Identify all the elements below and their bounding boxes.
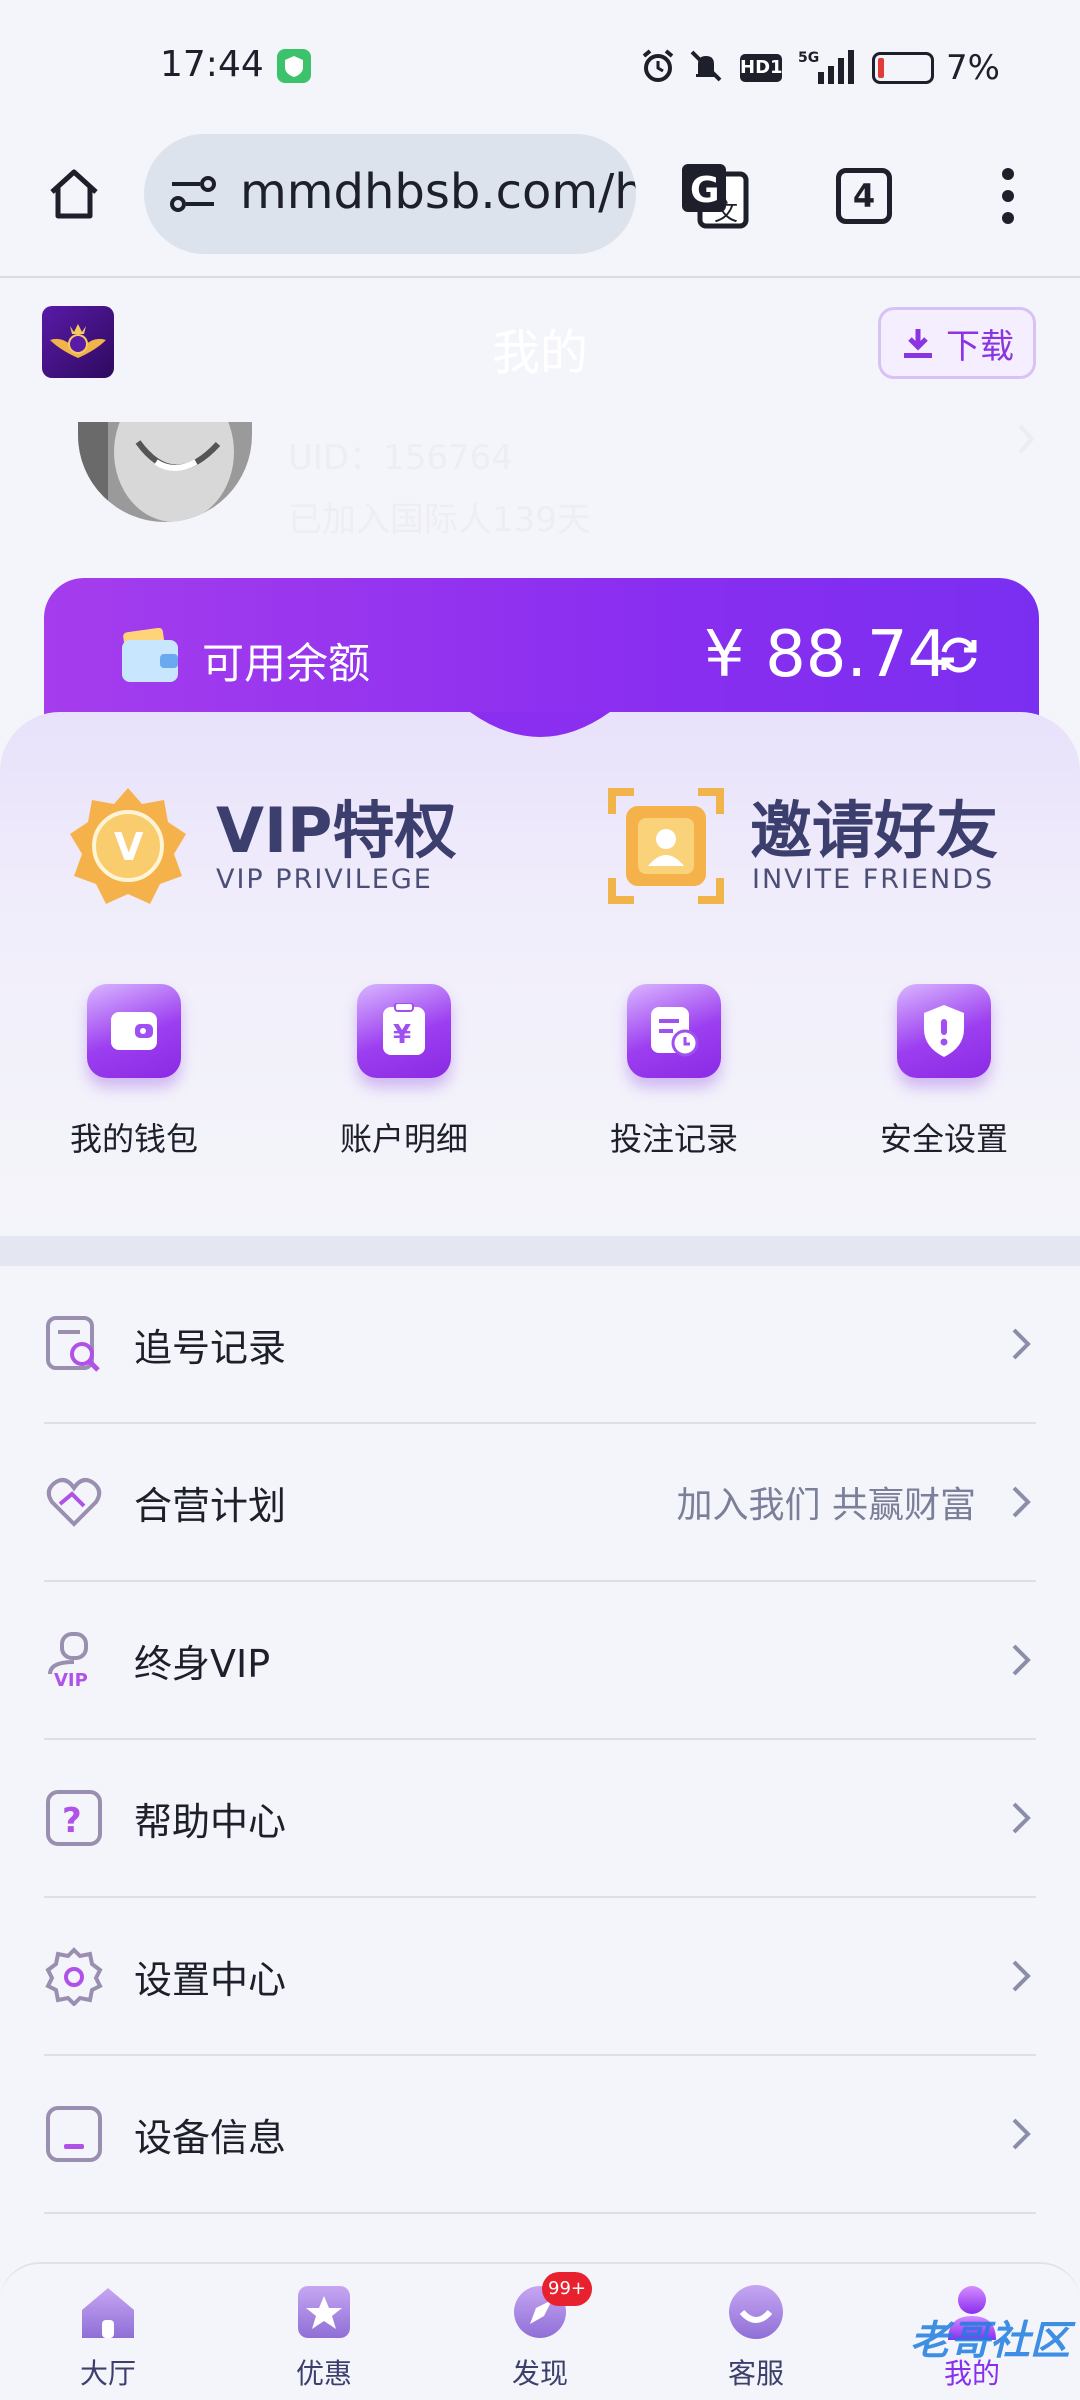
- menu-label: 设备信息: [134, 2115, 287, 2160]
- nav-lobby[interactable]: 大厅: [48, 2282, 168, 2392]
- chevron-right-icon: [1012, 1960, 1031, 1992]
- download-label: 下载: [946, 326, 1014, 367]
- svg-text:VIP: VIP: [54, 1670, 88, 1690]
- svg-text:V: V: [114, 825, 144, 869]
- section-divider: [0, 1236, 1080, 1266]
- nav-label: 大厅: [79, 2357, 136, 2390]
- record-icon: [627, 984, 721, 1078]
- wallet-icon: [122, 628, 178, 682]
- menu-item-device-info[interactable]: 设备信息: [44, 2056, 1036, 2214]
- nav-customer-service[interactable]: 客服: [696, 2282, 816, 2392]
- wallet-icon: [87, 984, 181, 1078]
- quick-bet-records[interactable]: 投注记录: [574, 984, 774, 1160]
- nav-promotions[interactable]: 优惠: [264, 2282, 384, 2392]
- menu-item-settings-center[interactable]: 设置中心: [44, 1898, 1036, 2056]
- url-text[interactable]: mmdhbsb.com/hc: [240, 164, 636, 220]
- hd-badge: HD1: [740, 54, 783, 82]
- help-icon: ?: [44, 1788, 104, 1848]
- vip-badge-icon: V: [70, 788, 186, 904]
- mute-icon: [690, 50, 722, 82]
- chevron-right-icon: [1012, 2118, 1031, 2150]
- home-icon: [82, 2288, 134, 2338]
- bottom-nav: 大厅 优惠 发现 99+ 客服 我的 老哥社区: [0, 2262, 1080, 2400]
- quick-label: 账户明细: [339, 1120, 468, 1158]
- quick-account-details[interactable]: ¥ 账户明细: [304, 984, 504, 1160]
- balance-label: 可用余额: [202, 639, 371, 688]
- battery-percent: 7%: [946, 48, 1000, 88]
- tab-switcher[interactable]: 4: [836, 168, 892, 224]
- handshake-heart-icon: [44, 1472, 104, 1532]
- vip-privilege-card[interactable]: V VIP特权 VIP PRIVILEGE: [66, 772, 486, 922]
- balance-amount: ¥ 88.74: [704, 618, 949, 692]
- more-menu-icon[interactable]: [990, 164, 1026, 228]
- site-settings-icon[interactable]: [168, 174, 218, 214]
- invite-icon: [608, 788, 724, 904]
- shield-app-icon: [277, 49, 311, 83]
- feature-panel: V VIP特权 VIP PRIVILEGE 邀请好友 INVITE FRIEND…: [0, 712, 1080, 1236]
- status-time: 17:44: [160, 44, 264, 85]
- watermark-logo: 老哥社区: [910, 2318, 1070, 2364]
- quick-label: 我的钱包: [69, 1120, 198, 1158]
- svg-text:¥: ¥: [393, 1020, 411, 1050]
- star-icon: [298, 2286, 350, 2338]
- browser-toolbar: mmdhbsb.com/hc G 文 4: [0, 130, 1080, 278]
- home-icon[interactable]: [44, 164, 104, 224]
- panel-notch: [470, 712, 610, 737]
- notification-badge: 99+: [542, 2272, 592, 2306]
- user-id: UID：156764: [288, 438, 513, 478]
- shield-icon: [897, 984, 991, 1078]
- gear-icon: [44, 1946, 104, 2006]
- download-icon: [904, 329, 932, 358]
- invite-friends-card[interactable]: 邀请好友 INVITE FRIENDS: [604, 772, 1024, 922]
- menu-label: 终身VIP: [134, 1641, 271, 1686]
- device-icon: [44, 2104, 104, 2164]
- quick-label: 投注记录: [609, 1120, 738, 1158]
- svg-text:文: 文: [714, 198, 738, 226]
- joined-days: 已加入国际人139天: [288, 500, 591, 540]
- avatar[interactable]: [78, 422, 252, 522]
- nav-label: 优惠: [295, 2357, 352, 2390]
- address-bar[interactable]: mmdhbsb.com/hc: [144, 134, 636, 254]
- service-icon: [729, 2285, 783, 2339]
- vip-title: VIP特权: [216, 794, 457, 867]
- quick-my-wallet[interactable]: 我的钱包: [34, 984, 234, 1160]
- invite-subtitle: INVITE FRIENDS: [752, 864, 995, 895]
- menu-label: 追号记录: [134, 1325, 287, 1370]
- quick-security-settings[interactable]: 安全设置: [844, 984, 1044, 1160]
- chevron-right-icon: [1012, 1328, 1031, 1360]
- refresh-icon[interactable]: [934, 630, 984, 680]
- nav-discover[interactable]: 发现 99+: [480, 2272, 600, 2392]
- menu-label: 设置中心: [134, 1957, 287, 2002]
- quick-label: 安全设置: [879, 1120, 1008, 1158]
- nav-label: 发现: [511, 2357, 568, 2390]
- vip-subtitle: VIP PRIVILEGE: [216, 864, 433, 895]
- alarm-icon: [642, 49, 674, 82]
- menu-item-partner-plan[interactable]: 合营计划 加入我们 共赢财富: [44, 1424, 1036, 1582]
- chevron-right-icon: [1012, 1486, 1031, 1518]
- chevron-right-icon: [1012, 1644, 1031, 1676]
- signal-icon: 5G: [798, 50, 854, 84]
- svg-text:5G: 5G: [798, 50, 819, 66]
- svg-text:?: ?: [62, 1801, 82, 1841]
- chevron-right-icon: [1012, 1802, 1031, 1834]
- menu-item-chase-records[interactable]: 追号记录: [44, 1266, 1036, 1424]
- profile-chevron-icon[interactable]: [1016, 422, 1038, 456]
- status-bar: 17:44 HD1 5G 7%: [0, 0, 1080, 130]
- menu-label: 合营计划: [134, 1483, 287, 1528]
- menu-item-lifetime-vip[interactable]: VIP 终身VIP: [44, 1582, 1036, 1740]
- menu-hint: 加入我们 共赢财富: [676, 1485, 976, 1526]
- menu-item-help-center[interactable]: ? 帮助中心: [44, 1740, 1036, 1898]
- download-button[interactable]: 下载: [878, 307, 1036, 379]
- battery-icon: [872, 52, 934, 84]
- menu-label: 帮助中心: [134, 1799, 287, 1844]
- vip-user-icon: VIP: [44, 1630, 104, 1690]
- translate-icon[interactable]: G 文: [678, 160, 750, 232]
- search-record-icon: [44, 1314, 104, 1374]
- invite-title: 邀请好友: [750, 794, 999, 867]
- bill-icon: ¥: [357, 984, 451, 1078]
- nav-label: 客服: [727, 2357, 784, 2390]
